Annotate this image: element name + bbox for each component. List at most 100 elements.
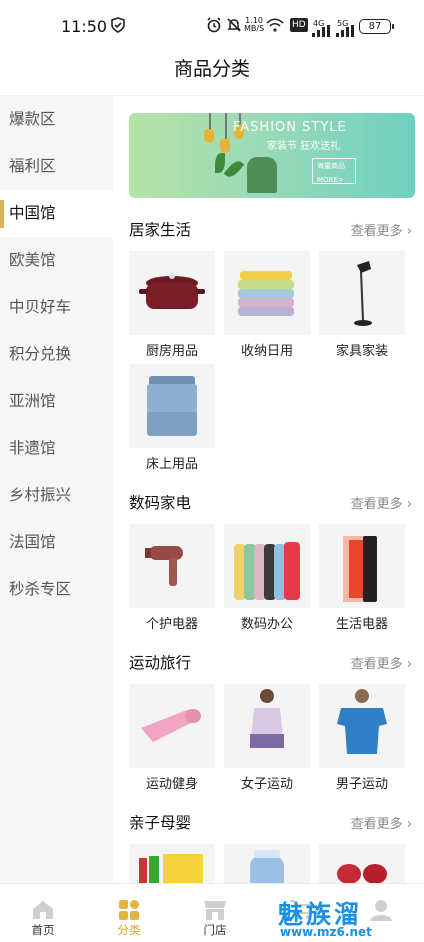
banner-more-box: 海量商品 MORE> xyxy=(312,158,356,184)
hd-badge: HD xyxy=(290,18,308,32)
heater-image xyxy=(319,524,405,608)
category-card-baby-books[interactable] xyxy=(129,844,215,883)
category-card-storage[interactable]: 收纳日用 xyxy=(224,251,310,359)
tab-category[interactable]: 分类 xyxy=(86,884,172,942)
category-card-home-appliance[interactable]: 生活电器 xyxy=(319,524,405,632)
tab-home[interactable]: 首页 xyxy=(0,884,86,942)
clock: 11:50 xyxy=(61,17,108,36)
card-label: 床上用品 xyxy=(145,457,198,472)
tab-label: 分类 xyxy=(117,923,141,937)
card-label: 收纳日用 xyxy=(240,344,293,359)
category-sidebar: 爆款区 福利区 中国馆 欧美馆 中贝好车 积分兑换 亚洲馆 非遗馆 乡村振兴 法… xyxy=(0,96,113,883)
mute-icon xyxy=(226,16,242,34)
furniture-image xyxy=(319,251,405,335)
shoes-image xyxy=(319,844,405,883)
sidebar-item-bestsellers[interactable]: 爆款区 xyxy=(0,96,113,143)
category-card-furniture[interactable]: 家具家装 xyxy=(319,251,405,359)
section-title-digital: 数码家电 xyxy=(129,494,192,512)
section-title-home: 居家生活 xyxy=(129,221,192,239)
signal-icon-2 xyxy=(336,22,354,40)
bedding-image xyxy=(129,364,215,448)
lamp-bulb xyxy=(220,139,230,153)
chair-shape xyxy=(247,157,277,193)
section-title-sports: 运动旅行 xyxy=(129,654,192,672)
status-bar: 11:50 1.10 MB/S HD 4G 5G 87 xyxy=(0,0,424,54)
battery-level: 87 xyxy=(368,21,382,32)
category-card-digital-office[interactable]: 数码办公 xyxy=(224,524,310,632)
more-link-baby[interactable]: 查看更多 › xyxy=(351,813,412,832)
more-label: 查看更多 xyxy=(350,497,403,512)
tab-store[interactable]: 门店 xyxy=(172,884,258,942)
banner-box-line1: 海量商品 xyxy=(317,162,345,170)
category-content: FASHION STYLE 家装节 狂欢送礼 海量商品 MORE> 居家生活 查… xyxy=(113,96,424,883)
store-icon xyxy=(203,899,227,921)
storage-image xyxy=(224,251,310,335)
category-card-bedding[interactable]: 床上用品 xyxy=(129,364,215,472)
net-speed: 1.10 MB/S xyxy=(244,16,265,33)
section-title-baby: 亲子母婴 xyxy=(129,814,192,832)
user-icon xyxy=(369,899,393,921)
category-card-personal-care[interactable]: 个护电器 xyxy=(129,524,215,632)
phone-cases-image xyxy=(224,524,310,608)
sidebar-item-heritage[interactable]: 非遗馆 xyxy=(0,425,113,472)
more-link-sports[interactable]: 查看更多 › xyxy=(351,653,412,672)
sidebar-item-china[interactable]: 中国馆 xyxy=(0,190,113,237)
card-label: 家具家装 xyxy=(335,344,388,359)
promo-banner[interactable]: FASHION STYLE 家装节 狂欢送礼 海量商品 MORE> xyxy=(129,113,415,198)
card-label: 运动健身 xyxy=(145,777,198,792)
sidebar-item-welfare[interactable]: 福利区 xyxy=(0,143,113,190)
plant-leaf xyxy=(223,158,245,180)
chevron-right-icon: › xyxy=(406,657,412,672)
category-card-kitchen[interactable]: 厨房用品 xyxy=(129,251,215,359)
bottle-image xyxy=(224,844,310,883)
chevron-right-icon: › xyxy=(406,224,412,239)
lamp-bulb xyxy=(204,129,214,143)
category-card-womens-sports[interactable]: 女子运动 xyxy=(224,684,310,792)
home-icon xyxy=(31,899,55,921)
banner-headline: FASHION STYLE xyxy=(233,120,347,135)
tab-label: 门店 xyxy=(203,923,227,937)
more-link-home[interactable]: 查看更多 › xyxy=(351,220,412,239)
chevron-right-icon: › xyxy=(406,497,412,512)
yoga-mat-image xyxy=(129,684,215,768)
sidebar-item-asia[interactable]: 亚洲馆 xyxy=(0,378,113,425)
sidebar-item-points[interactable]: 积分兑换 xyxy=(0,331,113,378)
mens-sports-image xyxy=(319,684,405,768)
wifi-icon xyxy=(266,16,284,34)
tab-label: 首页 xyxy=(31,923,55,937)
page-title: 商品分类 xyxy=(0,54,424,96)
sidebar-item-rural[interactable]: 乡村振兴 xyxy=(0,472,113,519)
chevron-right-icon: › xyxy=(406,817,412,832)
banner-slogan: 家装节 狂欢送礼 xyxy=(267,141,341,152)
category-card-baby-bottle[interactable] xyxy=(224,844,310,883)
card-label: 生活电器 xyxy=(335,617,388,632)
kitchen-image xyxy=(129,251,215,335)
card-label: 男子运动 xyxy=(335,777,388,792)
category-card-mens-sports[interactable]: 男子运动 xyxy=(319,684,405,792)
category-grid-icon xyxy=(117,899,141,921)
signal-icon xyxy=(312,22,330,40)
lamp-cord xyxy=(209,113,211,129)
sidebar-item-flash-sale[interactable]: 秒杀专区 xyxy=(0,566,113,613)
more-link-digital[interactable]: 查看更多 › xyxy=(351,493,412,512)
card-label: 个护电器 xyxy=(145,617,198,632)
card-label: 数码办公 xyxy=(240,617,293,632)
card-label: 女子运动 xyxy=(240,777,293,792)
alarm-icon xyxy=(206,16,222,34)
more-label: 查看更多 xyxy=(350,224,403,239)
books-image xyxy=(129,844,215,883)
watermark-url: www.mz6.net xyxy=(280,925,372,939)
more-label: 查看更多 xyxy=(350,817,403,832)
card-label: 厨房用品 xyxy=(145,344,198,359)
banner-box-line2: MORE> xyxy=(317,176,344,184)
sidebar-item-france[interactable]: 法国馆 xyxy=(0,519,113,566)
shield-icon xyxy=(110,16,126,34)
lamp-cord xyxy=(225,113,227,139)
plant-leaf xyxy=(215,153,225,173)
more-label: 查看更多 xyxy=(350,657,403,672)
category-card-baby-shoes[interactable] xyxy=(319,844,405,883)
womens-sports-image xyxy=(224,684,310,768)
sidebar-item-cars[interactable]: 中贝好车 xyxy=(0,284,113,331)
sidebar-item-europe-america[interactable]: 欧美馆 xyxy=(0,237,113,284)
category-card-fitness[interactable]: 运动健身 xyxy=(129,684,215,792)
